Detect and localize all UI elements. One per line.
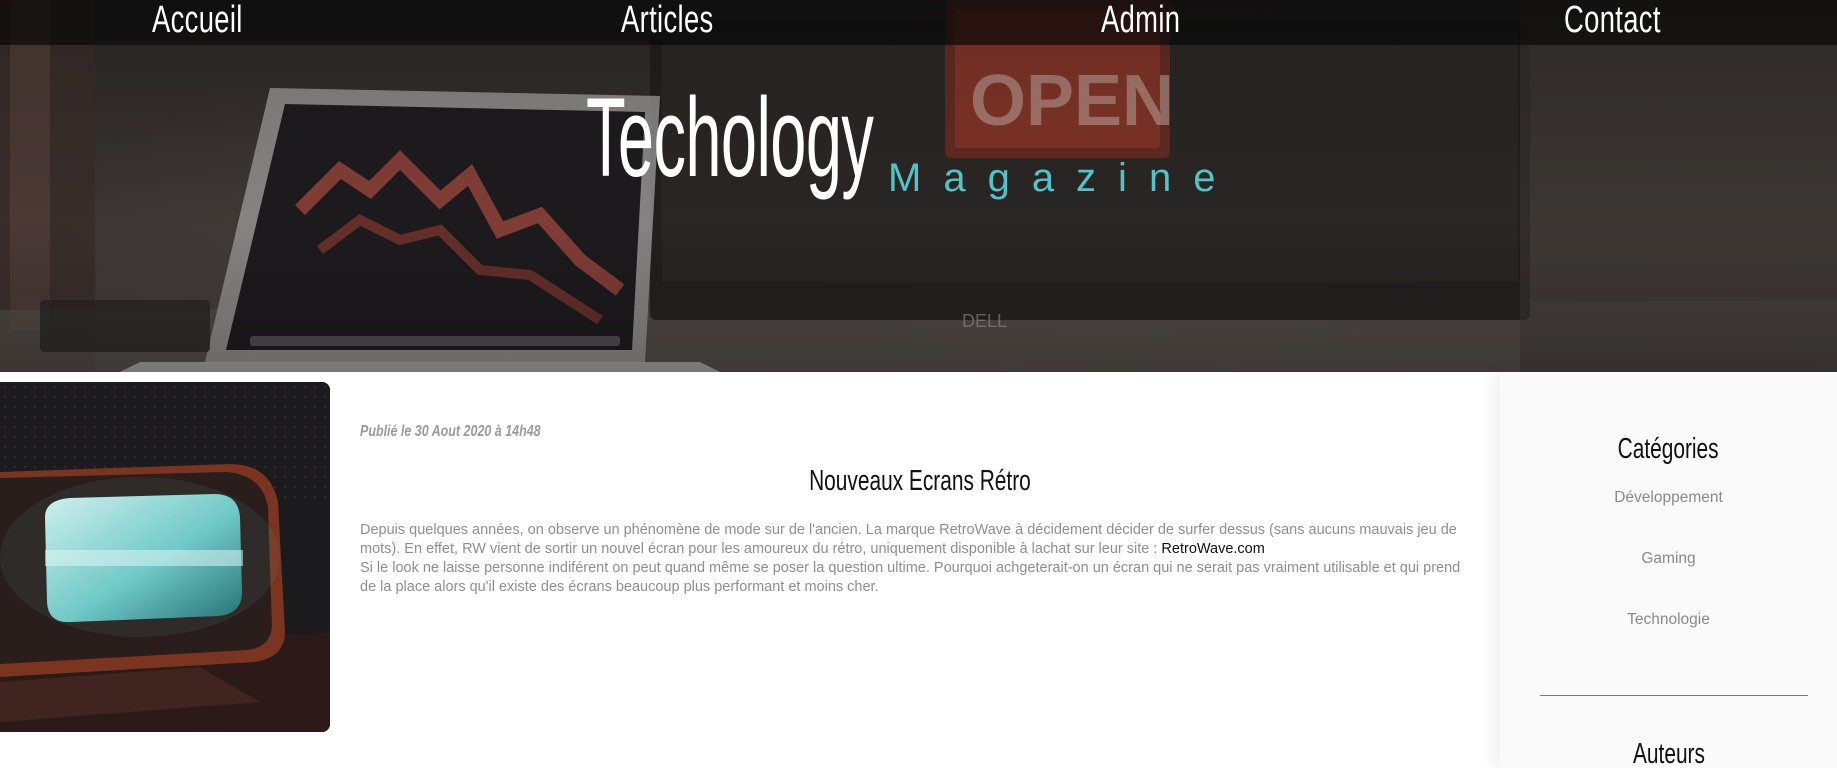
categories-heading: Catégories: [1500, 432, 1837, 466]
nav-item-contact[interactable]: Contact: [1564, 0, 1661, 43]
category-developpement[interactable]: Développement: [1500, 488, 1837, 508]
article-title-text[interactable]: Nouveaux Ecrans Rétro: [809, 464, 1031, 498]
article-body: Depuis quelques années, on observe un ph…: [360, 521, 1480, 597]
article-title[interactable]: Nouveaux Ecrans Rétro: [360, 464, 1480, 498]
retrowave-link[interactable]: RetroWave.com: [1161, 541, 1264, 557]
nav-item-admin[interactable]: Admin: [1101, 0, 1180, 43]
site-logo-title: Techology: [586, 75, 874, 200]
site-logo-subtitle: Magazine: [888, 156, 1238, 200]
nav-item-accueil[interactable]: Accueil: [152, 0, 243, 43]
authors-heading: Auteurs: [1500, 737, 1837, 768]
article-thumbnail[interactable]: [0, 382, 330, 732]
article-body-text-2: Si le look ne laisse personne indiférent…: [360, 560, 1461, 595]
sidebar: Catégories Développement Gaming Technolo…: [1500, 372, 1837, 768]
article-body-text-1: Depuis quelques années, on observe un ph…: [360, 522, 1457, 557]
authors-heading-text: Auteurs: [1632, 738, 1705, 768]
nav-item-articles[interactable]: Articles: [621, 0, 714, 43]
top-navigation: Accueil Articles Admin Contact: [0, 0, 1837, 45]
retro-tv-image: [0, 382, 330, 732]
article-date: Publié le 30 Aout 2020 à 14h48: [360, 423, 541, 440]
category-technologie[interactable]: Technologie: [1500, 610, 1837, 630]
sidebar-divider: [1540, 695, 1808, 696]
categories-heading-text: Catégories: [1618, 433, 1719, 465]
category-gaming[interactable]: Gaming: [1500, 549, 1837, 569]
